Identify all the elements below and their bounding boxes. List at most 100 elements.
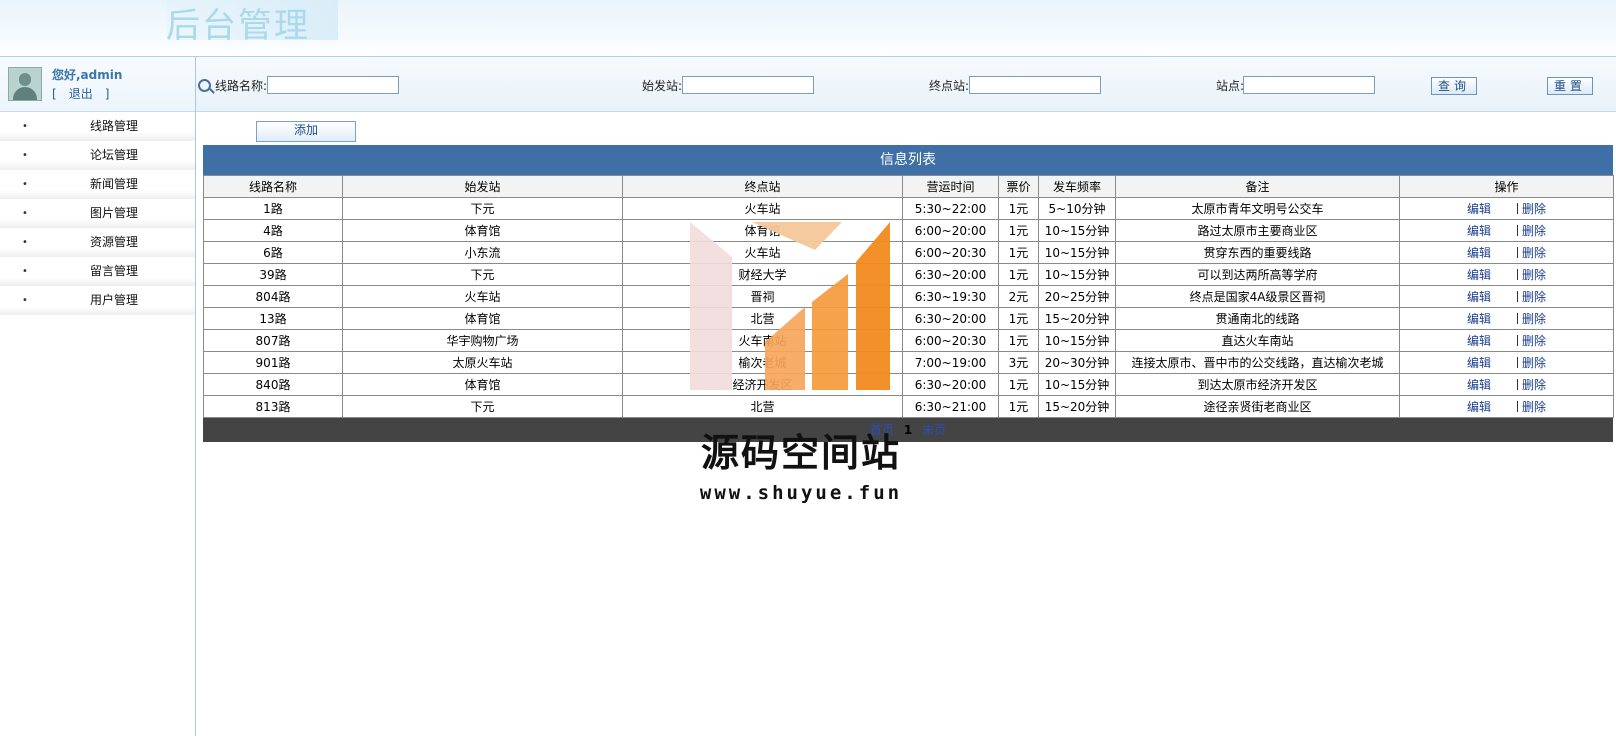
delete-link[interactable]: 删除 [1522, 312, 1546, 326]
table-cell: 1元 [998, 329, 1039, 352]
row-actions: 编辑 删除 [1399, 351, 1614, 374]
table-cell: 下元 [342, 197, 623, 220]
watermark-url: www.shuyue.fun [699, 482, 903, 504]
delete-link[interactable]: 删除 [1522, 378, 1546, 392]
column-header: 营运时间 [902, 175, 999, 198]
delete-link[interactable]: 删除 [1522, 290, 1546, 304]
column-header: 终点站 [622, 175, 903, 198]
table-row: 6路 小东流 火车站 6:00~20:30 1元 10~15分钟 贯穿东西的重要线路 编辑 删除 [203, 241, 1614, 264]
start-station-input[interactable] [682, 76, 814, 94]
stop-input[interactable] [1243, 76, 1375, 94]
table-cell: 804路 [203, 285, 343, 308]
edit-link[interactable]: 编辑 [1467, 202, 1491, 216]
start-station-label: 始发站: [642, 79, 683, 93]
logout-link[interactable]: 退出 [69, 87, 93, 101]
logout-area: [退出] [52, 85, 109, 102]
avatar-body-icon [13, 87, 37, 100]
table-cell: 6路 [203, 241, 343, 264]
table-header-row: 线路名称 始发站 终点站 营运时间 票价 发车频率 备注 操作 [203, 175, 1614, 198]
table-cell: 813路 [203, 395, 343, 418]
sidebar-item-label: 论坛管理 [90, 148, 139, 162]
table-cell: 807路 [203, 329, 343, 352]
route-name-input[interactable] [267, 76, 399, 94]
sidebar-item-messages[interactable]: • 留言管理 [0, 257, 195, 286]
edit-link[interactable]: 编辑 [1467, 400, 1491, 414]
sidebar-item-routes[interactable]: • 线路管理 [0, 112, 195, 141]
table-cell: 6:00~20:00 [902, 219, 999, 242]
sidebar-item-label: 新闻管理 [90, 177, 139, 191]
table-row: 901路 太原火车站 榆次老城 7:00~19:00 3元 20~30分钟 连接太原市、晋中… [203, 351, 1614, 374]
delete-link[interactable]: 删除 [1522, 356, 1546, 370]
table-cell: 路过太原市主要商业区 [1115, 219, 1400, 242]
table-cell: 贯穿东西的重要线路 [1115, 241, 1400, 264]
user-panel: 您好,admin [退出] [0, 57, 195, 112]
end-station-label: 终点站: [929, 79, 970, 93]
table-cell: 20~25分钟 [1038, 285, 1116, 308]
table-cell: 10~15分钟 [1038, 219, 1116, 242]
app-title: 后台管理 [166, 0, 338, 46]
action-separator [1517, 269, 1518, 280]
table-cell: 体育馆 [342, 219, 623, 242]
table-cell: 火车站 [622, 241, 903, 264]
table-row: 4路 体育馆 体育馆 6:00~20:00 1元 10~15分钟 路过太原市主要商业区 编辑删… [203, 219, 1614, 242]
table-cell: 6:30~21:00 [902, 395, 999, 418]
table-cell: 北营 [622, 307, 903, 330]
query-button[interactable]: 查询 [1431, 77, 1477, 95]
action-separator [1517, 225, 1518, 236]
delete-link[interactable]: 删除 [1522, 224, 1546, 238]
sidebar-item-images[interactable]: • 图片管理 [0, 199, 195, 228]
edit-link[interactable]: 编辑 [1467, 334, 1491, 348]
app-header: 后台管理 [0, 0, 1616, 57]
sidebar-item-news[interactable]: • 新闻管理 [0, 170, 195, 199]
edit-link[interactable]: 编辑 [1467, 246, 1491, 260]
sidebar-item-resources[interactable]: • 资源管理 [0, 228, 195, 257]
row-actions: 编辑 删除 [1399, 263, 1614, 286]
delete-link[interactable]: 删除 [1522, 268, 1546, 282]
edit-link[interactable]: 编辑 [1467, 290, 1491, 304]
reset-button[interactable]: 重置 [1547, 77, 1593, 95]
avatar [8, 67, 42, 101]
table-cell: 39路 [203, 263, 343, 286]
delete-link[interactable]: 删除 [1522, 246, 1546, 260]
table-cell: 1元 [998, 373, 1039, 396]
table-cell: 2元 [998, 285, 1039, 308]
column-header: 始发站 [342, 175, 623, 198]
table-cell: 10~15分钟 [1038, 241, 1116, 264]
pagination: 首页 1 末页 [203, 418, 1613, 442]
row-actions: 编辑 删除 [1399, 219, 1614, 242]
row-actions: 编辑 删除 [1399, 373, 1614, 396]
bullet-icon: • [22, 179, 28, 190]
table-cell: 太原火车站 [342, 351, 623, 374]
table-cell: 火车站 [342, 285, 623, 308]
column-header: 票价 [998, 175, 1039, 198]
first-page-link[interactable]: 首页 [870, 423, 894, 437]
table-cell: 小东流 [342, 241, 623, 264]
row-actions: 编辑 删除 [1399, 197, 1614, 220]
table-cell: 1元 [998, 307, 1039, 330]
sidebar-item-forum[interactable]: • 论坛管理 [0, 141, 195, 170]
edit-link[interactable]: 编辑 [1467, 312, 1491, 326]
sidebar-item-users[interactable]: • 用户管理 [0, 286, 195, 315]
table-row: 13路 体育馆 北营 6:30~20:00 1元 15~20分钟 贯通南北的线路 编辑 删除 [203, 307, 1614, 330]
delete-link[interactable]: 删除 [1522, 334, 1546, 348]
delete-link[interactable]: 删除 [1522, 400, 1546, 414]
last-page-link[interactable]: 末页 [922, 423, 946, 437]
delete-link[interactable]: 删除 [1522, 202, 1546, 216]
table-cell: 晋祠 [622, 285, 903, 308]
table-cell: 10~15分钟 [1038, 373, 1116, 396]
table-cell: 可以到达两所高等学府 [1115, 263, 1400, 286]
table-cell: 6:30~20:00 [902, 263, 999, 286]
edit-link[interactable]: 编辑 [1467, 268, 1491, 282]
table-row: 39路 下元 财经大学 6:30~20:00 1元 10~15分钟 可以到达两所高等学府 编辑… [203, 263, 1614, 286]
edit-link[interactable]: 编辑 [1467, 356, 1491, 370]
table-cell: 3元 [998, 351, 1039, 374]
row-actions: 编辑 删除 [1399, 241, 1614, 264]
end-station-input[interactable] [969, 76, 1101, 94]
table-cell: 5:30~22:00 [902, 197, 999, 220]
add-button[interactable]: 添加 [256, 121, 356, 142]
table-cell: 13路 [203, 307, 343, 330]
edit-link[interactable]: 编辑 [1467, 378, 1491, 392]
edit-link[interactable]: 编辑 [1467, 224, 1491, 238]
table-row: 807路 华宇购物广场 火车南站 6:00~20:30 1元 10~15分钟 直达火车南站编… [203, 329, 1614, 352]
table-cell: 6:30~19:30 [902, 285, 999, 308]
